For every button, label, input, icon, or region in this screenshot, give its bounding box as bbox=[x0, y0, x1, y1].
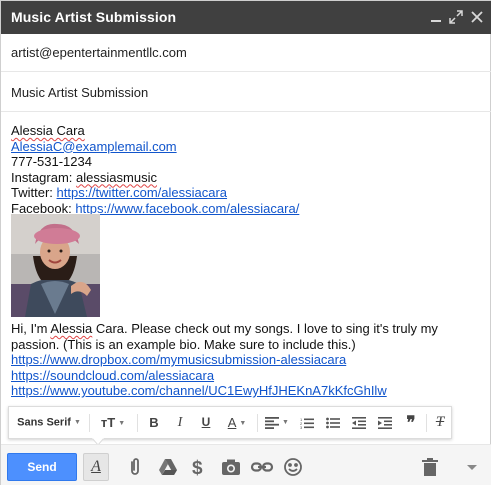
bio-text: Hi, I'm Alessia Cara. Please check out m… bbox=[11, 321, 489, 352]
dropbox-link[interactable]: https://www.dropbox.com/mymusicsubmissio… bbox=[11, 352, 489, 368]
signature-name: Alessia Cara bbox=[11, 123, 85, 138]
bio-text-pre: Hi, I'm bbox=[11, 321, 51, 336]
chevron-down-icon: ▼ bbox=[239, 420, 247, 428]
toolbar-divider bbox=[89, 414, 90, 432]
instagram-handle: alessiasmusic bbox=[76, 169, 157, 185]
bulleted-list-button[interactable] bbox=[321, 407, 345, 438]
twitter-line: Twitter: https://twitter.com/alessiacara bbox=[11, 185, 489, 201]
signature-email-link[interactable]: AlessiaC@examplemail.com bbox=[11, 139, 177, 154]
soundcloud-link[interactable]: https://soundcloud.com/alessiacara bbox=[11, 368, 489, 384]
compose-bottom-bar: Send A $ bbox=[1, 444, 491, 485]
toolbar-divider bbox=[137, 414, 138, 432]
instagram-line: Instagram: alessiasmusic bbox=[11, 170, 489, 186]
chevron-down-icon: ▼ bbox=[73, 419, 81, 426]
formatting-options-toggle[interactable]: A bbox=[83, 453, 109, 481]
drive-icon[interactable] bbox=[156, 455, 180, 479]
numbered-list-icon: 123 bbox=[300, 417, 314, 430]
artist-photo[interactable] bbox=[11, 214, 100, 317]
bold-button[interactable]: B bbox=[143, 407, 165, 438]
instagram-label: Instagram: bbox=[11, 169, 73, 185]
font-family-select[interactable]: Sans Serif ▼ bbox=[13, 407, 85, 438]
link-icon[interactable] bbox=[250, 455, 274, 479]
clear-formatting-button[interactable]: T bbox=[429, 407, 451, 438]
indent-more-button[interactable] bbox=[373, 407, 397, 438]
font-family-label: Sans Serif bbox=[17, 416, 71, 429]
svg-text:$: $ bbox=[192, 458, 203, 479]
text-size-icon: тT bbox=[100, 415, 116, 430]
camera-icon[interactable] bbox=[219, 455, 243, 479]
trash-icon[interactable] bbox=[418, 455, 442, 479]
font-size-select[interactable]: тT ▼ bbox=[93, 407, 133, 438]
expand-icon[interactable] bbox=[447, 7, 465, 27]
indent-more-icon bbox=[378, 416, 392, 429]
youtube-link[interactable]: https://www.youtube.com/channel/UC1EwyHf… bbox=[11, 383, 489, 399]
compose-titlebar[interactable]: Music Artist Submission bbox=[1, 1, 491, 34]
svg-text:3: 3 bbox=[300, 425, 303, 429]
align-left-icon bbox=[265, 416, 280, 429]
text-color-icon: A bbox=[227, 415, 237, 430]
compose-window: Music Artist Submission artist@epenterta… bbox=[0, 0, 491, 485]
indent-less-button[interactable] bbox=[347, 407, 371, 438]
send-button[interactable]: Send bbox=[7, 453, 77, 481]
quote-button[interactable]: ❞ bbox=[399, 407, 423, 438]
subject-field[interactable]: Music Artist Submission bbox=[1, 74, 491, 112]
window-title: Music Artist Submission bbox=[11, 9, 177, 25]
more-options-icon[interactable] bbox=[460, 455, 484, 479]
toolbar-divider bbox=[426, 414, 427, 432]
emoji-icon[interactable] bbox=[281, 455, 305, 479]
formatting-icon: A bbox=[91, 458, 101, 475]
italic-button[interactable]: I bbox=[169, 407, 191, 438]
close-icon[interactable] bbox=[468, 7, 486, 27]
signature-phone: 777-531-1234 bbox=[11, 154, 92, 169]
signature-name-line: Alessia Cara bbox=[11, 123, 489, 139]
paperclip-icon[interactable] bbox=[123, 455, 147, 479]
minimize-icon[interactable] bbox=[427, 7, 445, 27]
recipients-field[interactable]: artist@epentertainmentllc.com bbox=[1, 34, 491, 72]
chevron-down-icon: ▼ bbox=[282, 419, 289, 427]
dollar-icon[interactable]: $ bbox=[187, 455, 211, 479]
clear-format-icon: T bbox=[435, 414, 445, 430]
signature-block[interactable]: Alessia Cara AlessiaC@examplemail.com 77… bbox=[11, 123, 489, 216]
formatting-toolbar: Sans Serif ▼ тT ▼ B I U A ▼ ▼ 123 ❞ T bbox=[8, 406, 452, 439]
twitter-label: Twitter: bbox=[11, 185, 53, 200]
align-button[interactable]: ▼ bbox=[262, 407, 292, 438]
facebook-link[interactable]: https://www.facebook.com/alessiacara/ bbox=[75, 201, 299, 216]
toolbar-divider bbox=[257, 414, 258, 432]
recipient-address: artist@epentertainmentllc.com bbox=[11, 45, 187, 60]
twitter-link[interactable]: https://twitter.com/alessiacara bbox=[57, 185, 228, 200]
chevron-down-icon: ▼ bbox=[118, 420, 126, 428]
indent-less-icon bbox=[352, 416, 366, 429]
bio-block[interactable]: Hi, I'm Alessia Cara. Please check out m… bbox=[11, 321, 489, 399]
bulleted-list-icon bbox=[326, 417, 340, 429]
bio-name: Alessia bbox=[50, 321, 93, 336]
underline-button[interactable]: U bbox=[195, 407, 217, 438]
subject-text: Music Artist Submission bbox=[11, 85, 149, 100]
numbered-list-button[interactable]: 123 bbox=[295, 407, 319, 438]
text-color-button[interactable]: A ▼ bbox=[221, 407, 253, 438]
